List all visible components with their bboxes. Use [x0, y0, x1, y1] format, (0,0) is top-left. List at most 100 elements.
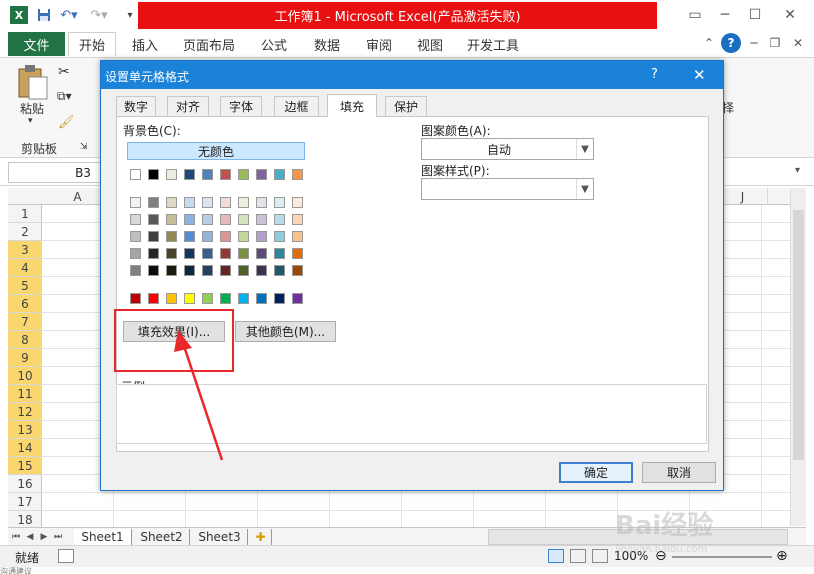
insert-sheet-icon[interactable]: ✚ — [250, 529, 272, 545]
workbook-close-icon[interactable]: ✕ — [789, 34, 807, 52]
tab-formulas[interactable]: 公式 — [252, 32, 296, 56]
row-header[interactable]: 6 — [8, 295, 42, 313]
color-swatch[interactable] — [184, 248, 195, 259]
macro-record-icon[interactable] — [58, 549, 74, 563]
vertical-scrollbar[interactable] — [790, 188, 806, 526]
sheet-tab-sheet3[interactable]: Sheet3 — [192, 529, 248, 545]
column-header[interactable]: J — [718, 188, 768, 205]
paste-icon[interactable] — [15, 63, 49, 101]
color-swatch[interactable] — [184, 265, 195, 276]
undo-icon[interactable]: ↶▾ — [58, 6, 80, 24]
color-swatch[interactable] — [130, 231, 141, 242]
dialog-help-button[interactable]: ? — [651, 67, 658, 82]
standard-color-swatch[interactable] — [274, 293, 285, 304]
color-swatch[interactable] — [220, 248, 231, 259]
color-swatch[interactable] — [148, 248, 159, 259]
color-swatch[interactable] — [166, 214, 177, 225]
sheet-tab-sheet1[interactable]: Sheet1 — [74, 529, 132, 545]
color-swatch[interactable] — [292, 231, 303, 242]
color-swatch[interactable] — [130, 214, 141, 225]
scroll-thumb[interactable] — [793, 210, 804, 460]
close-button[interactable]: ✕ — [775, 4, 805, 26]
tab-page-layout[interactable]: 页面布局 — [176, 32, 242, 56]
color-swatch[interactable] — [130, 169, 141, 180]
row-header[interactable]: 5 — [8, 277, 42, 295]
color-swatch[interactable] — [184, 169, 195, 180]
color-swatch[interactable] — [220, 265, 231, 276]
color-swatch[interactable] — [274, 248, 285, 259]
color-swatch[interactable] — [292, 265, 303, 276]
color-swatch[interactable] — [166, 231, 177, 242]
dialog-tab-alignment[interactable]: 对齐 — [167, 96, 209, 116]
color-swatch[interactable] — [148, 197, 159, 208]
collapse-ribbon-icon[interactable]: ⌃ — [700, 34, 718, 52]
color-swatch[interactable] — [202, 265, 213, 276]
color-swatch[interactable] — [274, 169, 285, 180]
color-swatch[interactable] — [238, 214, 249, 225]
paste-dropdown-icon[interactable]: ▾ — [28, 116, 33, 126]
color-swatch[interactable] — [220, 231, 231, 242]
color-swatch[interactable] — [238, 169, 249, 180]
color-swatch[interactable] — [238, 265, 249, 276]
row-header[interactable]: 10 — [8, 367, 42, 385]
zoom-in-icon[interactable]: ⊕ — [776, 548, 788, 564]
row-header[interactable]: 3 — [8, 241, 42, 259]
color-swatch[interactable] — [202, 197, 213, 208]
color-swatch[interactable] — [166, 197, 177, 208]
standard-color-swatch[interactable] — [184, 293, 195, 304]
standard-color-swatch[interactable] — [238, 293, 249, 304]
color-swatch[interactable] — [292, 197, 303, 208]
dialog-tab-number[interactable]: 数字 — [116, 96, 156, 116]
color-swatch[interactable] — [238, 248, 249, 259]
standard-color-swatch[interactable] — [148, 293, 159, 304]
color-swatch[interactable] — [166, 169, 177, 180]
next-sheet-icon[interactable]: ▶ — [38, 529, 50, 545]
color-swatch[interactable] — [148, 169, 159, 180]
color-swatch[interactable] — [166, 265, 177, 276]
color-swatch[interactable] — [220, 214, 231, 225]
color-swatch[interactable] — [184, 197, 195, 208]
standard-color-swatch[interactable] — [220, 293, 231, 304]
standard-color-swatch[interactable] — [130, 293, 141, 304]
color-swatch[interactable] — [184, 214, 195, 225]
row-header[interactable]: 15 — [8, 457, 42, 475]
tab-file[interactable]: 文件 — [8, 32, 65, 56]
workbook-restore-icon[interactable]: ❐ — [766, 34, 784, 52]
maximize-button[interactable]: ☐ — [740, 4, 770, 26]
color-swatch[interactable] — [274, 197, 285, 208]
row-header[interactable]: 7 — [8, 313, 42, 331]
row-header[interactable]: 1 — [8, 205, 42, 223]
no-color-button[interactable]: 无颜色 — [127, 142, 305, 160]
color-swatch[interactable] — [220, 197, 231, 208]
color-swatch[interactable] — [292, 214, 303, 225]
color-swatch[interactable] — [256, 231, 267, 242]
tab-insert[interactable]: 插入 — [122, 32, 168, 56]
help-icon[interactable]: ? — [721, 33, 741, 53]
last-sheet-icon[interactable]: ⏭ — [52, 529, 64, 545]
cut-icon[interactable]: ✂ — [58, 64, 70, 80]
page-break-view-icon[interactable] — [592, 549, 608, 563]
dialog-close-button[interactable]: ✕ — [693, 66, 706, 84]
row-header[interactable]: 17 — [8, 493, 42, 511]
color-swatch[interactable] — [292, 169, 303, 180]
redo-icon[interactable]: ↷▾ — [88, 6, 110, 24]
color-swatch[interactable] — [238, 231, 249, 242]
color-swatch[interactable] — [220, 169, 231, 180]
row-header[interactable]: 14 — [8, 439, 42, 457]
color-swatch[interactable] — [166, 248, 177, 259]
row-header[interactable]: 16 — [8, 475, 42, 493]
dialog-tab-protection[interactable]: 保护 — [385, 96, 427, 116]
row-header[interactable]: 12 — [8, 403, 42, 421]
row-header[interactable]: 2 — [8, 223, 42, 241]
tab-home[interactable]: 开始 — [68, 32, 116, 56]
more-colors-button[interactable]: 其他颜色(M)... — [235, 321, 336, 342]
page-layout-view-icon[interactable] — [570, 549, 586, 563]
ribbon-display-icon[interactable]: ▭ — [680, 4, 710, 26]
color-swatch[interactable] — [148, 214, 159, 225]
color-swatch[interactable] — [256, 197, 267, 208]
dialog-tab-font[interactable]: 字体 — [220, 96, 262, 116]
standard-color-swatch[interactable] — [202, 293, 213, 304]
prev-sheet-icon[interactable]: ◀ — [24, 529, 36, 545]
cancel-button[interactable]: 取消 — [642, 462, 716, 483]
color-swatch[interactable] — [184, 231, 195, 242]
